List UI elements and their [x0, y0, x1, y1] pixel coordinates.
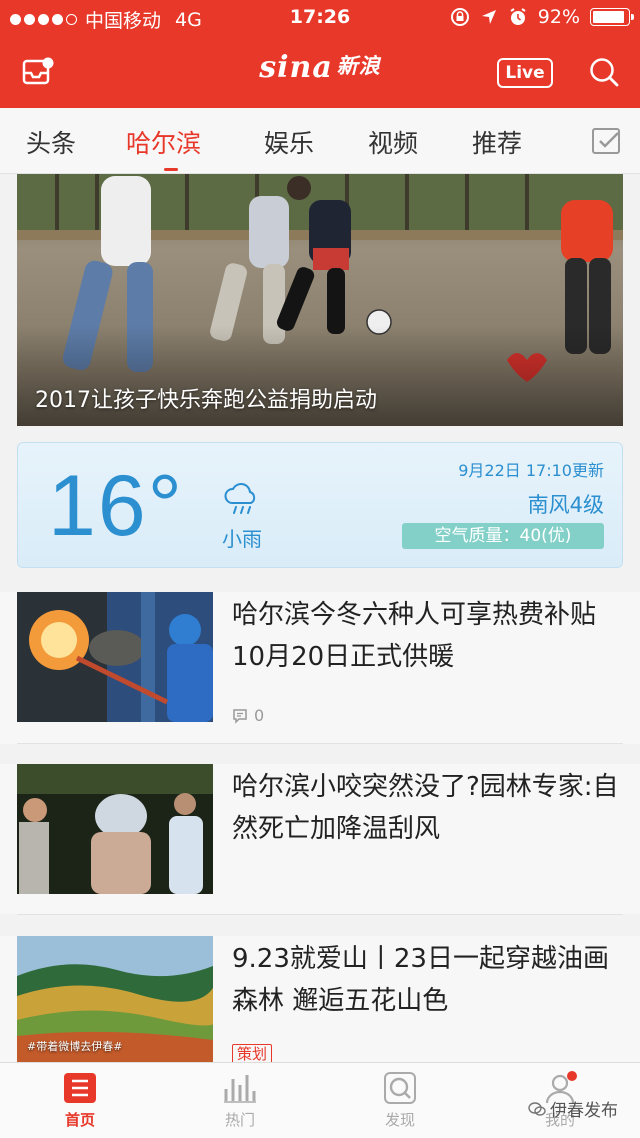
wind-info: 南风4级: [527, 493, 604, 517]
weather-condition: 小雨: [222, 527, 262, 551]
news-title: 哈尔滨今冬六种人可享热费补贴 10月20日正式供暖: [232, 600, 597, 672]
status-bar: 中国移动 4G 17:26 92%: [0, 0, 640, 36]
nav-home[interactable]: 首页: [40, 1071, 120, 1130]
account-watermark: 伊春发布: [528, 1096, 618, 1121]
temperature: 16°: [48, 458, 185, 554]
location-arrow-icon: [481, 10, 496, 24]
wechat-icon: [528, 1101, 546, 1116]
divider: [17, 743, 623, 744]
news-thumbnail: [17, 764, 213, 894]
news-meta: 0: [232, 706, 264, 725]
channel-tabs: 头条 哈尔滨 娱乐 视频 推荐: [0, 108, 640, 174]
active-tab-indicator: [164, 168, 178, 171]
rotation-lock-icon: [450, 8, 469, 26]
divider: [17, 914, 623, 915]
alarm-icon: [510, 8, 526, 25]
news-item[interactable]: 哈尔滨今冬六种人可享热费补贴 10月20日正式供暖 0: [0, 592, 640, 744]
comment-count: 0: [254, 706, 265, 725]
thumbnail-hashtag: #带着微博去伊春#: [27, 1040, 123, 1053]
discover-icon: [384, 1072, 416, 1104]
rain-cloud-icon: [224, 483, 256, 514]
hero-caption: 2017让孩子快乐奔跑公益捐助启动: [35, 388, 377, 413]
search-icon[interactable]: [588, 56, 620, 88]
tab-recommend[interactable]: 推荐: [472, 124, 522, 160]
feature-tag: 策划: [232, 1044, 273, 1064]
live-button[interactable]: Live: [497, 58, 553, 88]
tab-video[interactable]: 视频: [368, 124, 418, 160]
edit-channels-icon[interactable]: [590, 124, 624, 158]
bar-chart-icon: [224, 1075, 256, 1103]
news-thumbnail: #带着微博去伊春#: [17, 936, 213, 1066]
news-title: 9.23就爱山丨23日一起穿越油画森林 邂逅五花山色: [232, 944, 609, 1016]
tab-harbin[interactable]: 哈尔滨: [126, 124, 201, 160]
news-item[interactable]: 哈尔滨小咬突然没了?园林专家:自然死亡加降温刮风: [0, 764, 640, 915]
news-meta: 策划: [232, 1044, 273, 1064]
comment-icon: [233, 708, 247, 724]
news-title: 哈尔滨小咬突然没了?园林专家:自然死亡加降温刮风: [232, 772, 619, 844]
tab-entertainment[interactable]: 娱乐: [264, 124, 314, 160]
home-icon: [64, 1073, 96, 1103]
weather-updated: 9月22日 17:10更新: [458, 461, 604, 480]
battery-icon: [590, 8, 634, 26]
nav-trending[interactable]: 热门: [200, 1071, 280, 1130]
tab-headlines[interactable]: 头条: [26, 124, 76, 160]
air-quality-badge: 空气质量：40(优): [402, 523, 604, 549]
news-thumbnail: [17, 592, 213, 722]
news-item[interactable]: #带着微博去伊春# 9.23就爱山丨23日一起穿越油画森林 邂逅五花山色 策划: [0, 936, 640, 1064]
battery-percent: 92%: [537, 6, 580, 28]
weather-card[interactable]: 16° 小雨 9月22日 17:10更新 南风4级 空气质量：40(优): [17, 442, 623, 568]
nav-discover[interactable]: 发现: [360, 1071, 440, 1130]
hero-article[interactable]: 2017让孩子快乐奔跑公益捐助启动: [17, 174, 623, 426]
app-header: 中国移动 4G 17:26 92% sina 新浪 Live: [0, 0, 640, 108]
